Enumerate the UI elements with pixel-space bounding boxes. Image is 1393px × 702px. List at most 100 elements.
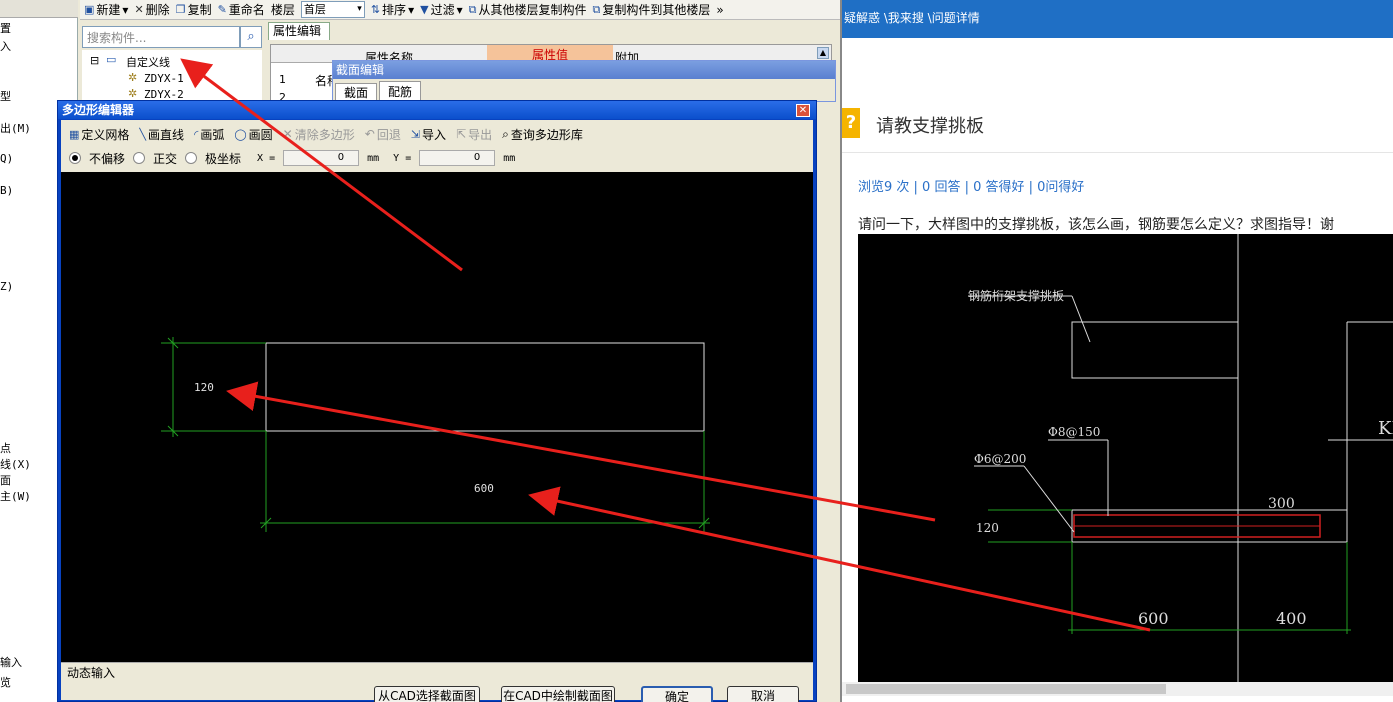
tree-root[interactable]: 自定义线 (126, 54, 170, 70)
divider (842, 152, 1393, 153)
dialog-body: ▦ 定义网格 ╲ 画直线 ◜ 画弧 ◯ 画圆 ✕ 清除多边形 ↶ 回退 ⇲ 导入 ⇱ 导出 ⌕ 查… (61, 120, 813, 702)
left-nav-item[interactable]: 主(W) (0, 488, 31, 504)
delete-button[interactable]: ✕ 删除 (134, 1, 169, 18)
detail-drawing-image: 钢筋桁架支撑挑板 Φ8@150 Φ6@200 300 120 600 400 K… (858, 234, 1393, 682)
floor-label: 楼层 (270, 3, 295, 17)
left-nav-item[interactable]: 线(X) (0, 456, 31, 472)
editor-toolbar: ▦ 定义网格 ╲ 画直线 ◜ 画弧 ◯ 画圆 ✕ 清除多边形 ↶ 回退 ⇲ 导入 ⇱ 导出 ⌕ 查… (61, 122, 813, 146)
scroll-up-icon[interactable]: ▲ (817, 47, 829, 59)
row-number: 1 (279, 73, 286, 86)
copy-to-floor-button[interactable]: ⧉ 复制构件到其他楼层 (592, 1, 710, 18)
sort-icon: ⇅ (370, 3, 381, 16)
cancel-button[interactable]: 取消 (727, 686, 799, 702)
breadcrumb[interactable]: 疑解惑 \我来搜 \问题详情 (842, 0, 1393, 38)
left-nav-item[interactable]: B) (0, 184, 13, 197)
drawing-note: 钢筋桁架支撑挑板 (968, 288, 1064, 303)
rename-icon: ✎ (217, 3, 227, 16)
floor-select[interactable]: 首层 ▾ (300, 1, 365, 18)
tab-property-edit[interactable]: 属性编辑 (268, 22, 330, 40)
left-nav-item[interactable]: 入 (0, 38, 11, 54)
dimension-label-height: 120 (194, 381, 214, 394)
tree-collapse-icon[interactable]: ⊟ (90, 54, 99, 67)
draw-circle-button[interactable]: ◯ 画圆 (234, 126, 272, 143)
circle-icon: ◯ (234, 127, 247, 141)
line-icon: ╲ (139, 127, 147, 141)
dimension-label: 120 (976, 521, 999, 535)
question-stats[interactable]: 浏览9 次 | 0 回答 | 0 答得好 | 0问得好 (858, 176, 1084, 195)
section-editor-title: 截面编辑 (333, 61, 835, 79)
left-nav-item[interactable]: 面 (0, 472, 11, 488)
left-nav-item[interactable]: Q) (0, 152, 13, 165)
select-from-cad-button[interactable]: 从CAD选择截面图 (374, 686, 480, 702)
leader-line (1023, 465, 1075, 533)
import-button[interactable]: ⇲ 导入 (411, 126, 446, 143)
radio-label: 极坐标 (205, 151, 242, 166)
clear-polygon-button[interactable]: ✕ 清除多边形 (283, 126, 355, 143)
canvas-drawing: 120 600 (161, 337, 710, 532)
leader-line (1071, 295, 1091, 343)
copy-icon: ❐ (175, 3, 186, 16)
tab-section[interactable]: 截面 (335, 83, 377, 101)
left-nav-item[interactable]: 点 (0, 440, 11, 456)
radio-polar[interactable] (185, 152, 198, 164)
section-editor-window: 截面编辑 截面 配筋 (332, 60, 836, 102)
draw-line-button[interactable]: ╲ 画直线 (139, 126, 184, 143)
rebar-label: Φ8@150 (1048, 425, 1100, 439)
copy-button[interactable]: ❐ 复制 (176, 1, 212, 18)
dynamic-input-tab[interactable]: 动态输入 (61, 662, 813, 682)
sort-button[interactable]: ⇅ 排序 ▾ (371, 1, 414, 18)
import-icon: ⇲ (410, 127, 421, 141)
radio-no-offset[interactable] (69, 152, 81, 164)
polygon-editor-dialog: 多边形编辑器 ✕ ▦ 定义网格 ╲ 画直线 ◜ 画弧 ◯ 画圆 ✕ 清除多边形 ↶ 回退 ⇲… (57, 100, 817, 702)
radio-ortho[interactable] (133, 152, 146, 164)
coordinate-options: 不偏移 正交 极坐标 X = 0 mm Y = 0 mm (61, 148, 813, 168)
x-label: X = (257, 152, 276, 164)
left-nav-item[interactable]: 出(M) (0, 120, 31, 136)
query-polygon-library-button[interactable]: ⌕ 查询多边形库 (502, 126, 583, 143)
tree-item[interactable]: ZDYX-1 (144, 72, 184, 85)
rename-button[interactable]: ✎ 重命名 (218, 1, 265, 18)
left-nav-item[interactable]: 置 (0, 20, 11, 36)
left-panel-header (0, 0, 78, 18)
draw-in-cad-button[interactable]: 在CAD中绘制截面图 (501, 686, 615, 702)
question-body: 请问一下，大样图中的支撑挑板，该怎么画，钢筋要怎么定义？求图指导！谢 (858, 217, 1334, 233)
search-icon[interactable]: ⌕ (240, 26, 262, 48)
main-toolbar: ▣ 新建 ▾ ✕ 删除 ❐ 复制 ✎ 重命名 楼层 首层 ▾ ⇅ 排序 ▾ ▼ 过滤 ▾ ⧉ 从其他楼… (80, 0, 840, 20)
dimension-label: 300 (1268, 496, 1295, 512)
question-icon: ? (842, 108, 860, 138)
export-button[interactable]: ⇱ 导出 (456, 126, 492, 143)
new-button[interactable]: ▣ 新建 ▾ (84, 1, 128, 18)
left-nav-item[interactable]: 输入 (0, 654, 22, 670)
close-icon[interactable]: ✕ (796, 104, 810, 117)
draw-arc-button[interactable]: ◜ 画弧 (194, 126, 224, 143)
radio-label: 不偏移 (89, 151, 126, 166)
ok-button[interactable]: 确定 (641, 686, 713, 702)
search-input[interactable]: 搜索构件... (82, 26, 240, 48)
dimension-label-width: 600 (474, 482, 494, 495)
left-nav-item[interactable]: Z) (0, 280, 13, 293)
toolbar-overflow-icon[interactable]: » (716, 3, 723, 17)
left-nav-item[interactable]: 览 (0, 674, 11, 690)
software-window: 置 入 型 出(M) Q) B) Z) 点 线(X) 面 主(W) 输入 览 ▣… (0, 0, 840, 702)
y-input[interactable]: 0 (419, 150, 496, 166)
arc-icon: ◜ (194, 127, 199, 141)
left-nav-item[interactable]: 型 (0, 88, 11, 104)
copy-from-icon: ⧉ (468, 2, 477, 16)
copy-from-floor-button[interactable]: ⧉ 从其他楼层复制构件 (469, 1, 587, 18)
component-tree: ⊟ ▭ 自定义线 ✲ ZDYX-1 ✲ ZDYX-2 (82, 50, 262, 102)
component-icon: ✲ (128, 87, 138, 100)
undo-button[interactable]: ↶ 回退 (365, 126, 401, 143)
tab-rebar[interactable]: 配筋 (379, 81, 421, 101)
scrollbar-thumb[interactable] (846, 684, 1166, 694)
drawing-canvas[interactable]: 120 600 (61, 172, 813, 662)
question-title: 请教支撑挑板 (876, 116, 984, 137)
x-input[interactable]: 0 (283, 150, 360, 166)
detail-drawing: 钢筋桁架支撑挑板 Φ8@150 Φ6@200 300 120 600 400 K… (968, 234, 1393, 682)
filter-button[interactable]: ▼ 过滤 ▾ (420, 1, 463, 18)
dimension-label: 400 (1276, 609, 1307, 628)
delete-icon: ✕ (134, 3, 144, 16)
y-label: Y = (393, 152, 412, 164)
custom-line-icon: ▭ (106, 53, 117, 66)
define-grid-button[interactable]: ▦ 定义网格 (69, 126, 129, 143)
rebar-label: Φ6@200 (974, 452, 1026, 466)
